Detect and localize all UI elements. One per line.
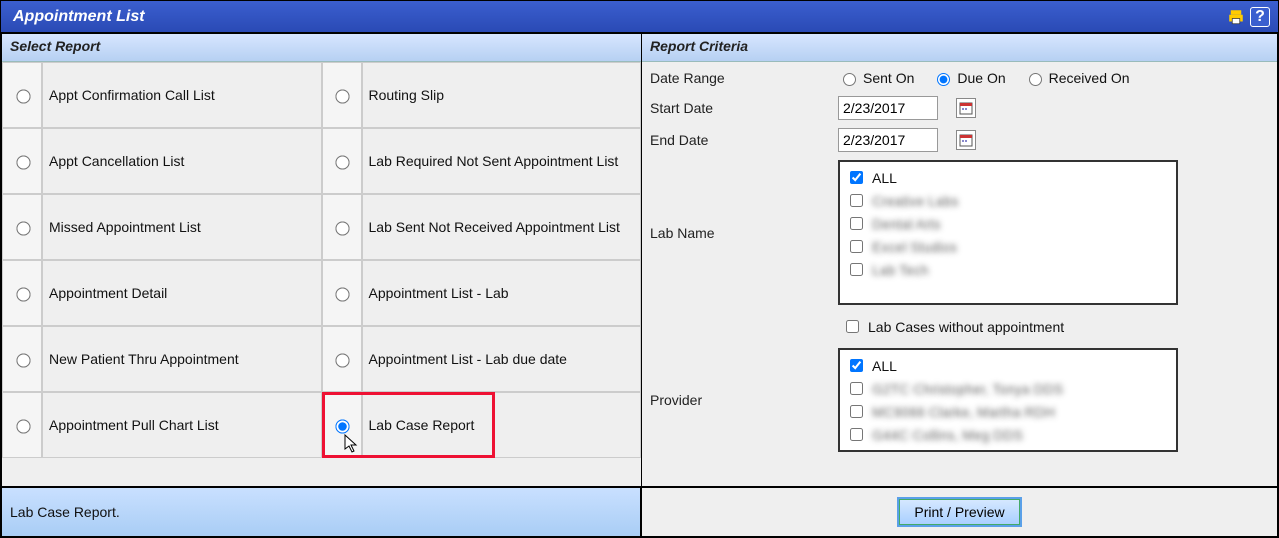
start-date-input[interactable] [838, 96, 938, 120]
date-range-received-on[interactable]: Received On [1024, 70, 1130, 86]
select-report-body: Appt Confirmation Call List Routing Slip… [2, 62, 641, 486]
printer-icon[interactable] [1226, 7, 1246, 27]
list-item: Lab Tech [846, 258, 1170, 281]
report-label[interactable]: Appointment List - Lab due date [362, 326, 642, 392]
report-label[interactable]: Missed Appointment List [42, 194, 322, 260]
report-label[interactable]: Appt Confirmation Call List [42, 62, 322, 128]
status-text: Lab Case Report. [10, 504, 120, 520]
report-grid: Appt Confirmation Call List Routing Slip… [2, 62, 641, 486]
report-radio-appt-confirmation[interactable] [2, 62, 42, 128]
status-bar: Lab Case Report. [1, 487, 641, 537]
report-radio-routing-slip[interactable] [322, 62, 362, 128]
help-icon[interactable]: ? [1250, 7, 1270, 27]
provider-listbox[interactable]: ALL G2TC Christopher, Tonya DDS MC9066 C… [838, 348, 1178, 452]
appointment-list-window: Appointment List ? Select Report Appt Co… [0, 0, 1279, 538]
report-radio-appt-list-lab-due[interactable] [322, 326, 362, 392]
list-item: G2TC Christopher, Tonya DDS [846, 377, 1170, 400]
lab-cases-without-checkbox[interactable]: Lab Cases without appointment [842, 317, 1267, 336]
list-item: Dental Arts [846, 212, 1170, 235]
date-range-label: Date Range [648, 66, 838, 90]
report-label[interactable]: Appointment Pull Chart List [42, 392, 322, 458]
report-label[interactable]: Appointment List - Lab [362, 260, 642, 326]
list-item: MC9066 Clarke, Martha RDH [846, 400, 1170, 423]
report-label-lab-case-report[interactable]: Lab Case Report [362, 392, 642, 458]
calendar-icon[interactable] [956, 130, 976, 150]
end-date-input[interactable] [838, 128, 938, 152]
report-radio-lab-sent-not-received[interactable] [322, 194, 362, 260]
report-label[interactable]: Appointment Detail [42, 260, 322, 326]
titlebar-icons: ? [1226, 7, 1270, 27]
select-report-panel: Select Report Appt Confirmation Call Lis… [1, 33, 641, 487]
lab-name-label: Lab Name [648, 158, 838, 307]
report-radio-appt-cancellation[interactable] [2, 128, 42, 194]
window-title: Appointment List [9, 8, 1226, 26]
report-criteria-header: Report Criteria [642, 34, 1277, 62]
list-item: ALL [846, 166, 1170, 189]
end-date-field [838, 126, 1271, 154]
list-item: G44C Collins, Meg DDS [846, 423, 1170, 446]
content-area: Select Report Appt Confirmation Call Lis… [1, 33, 1278, 487]
end-date-label: End Date [648, 126, 838, 154]
print-preview-button[interactable]: Print / Preview [899, 499, 1019, 525]
report-label[interactable]: Lab Required Not Sent Appointment List [362, 128, 642, 194]
report-criteria-panel: Report Criteria Date Range Sent On Due O… [641, 33, 1278, 487]
list-item: Creative Labs [846, 189, 1170, 212]
start-date-label: Start Date [648, 94, 838, 122]
report-label[interactable]: Lab Sent Not Received Appointment List [362, 194, 642, 260]
start-date-field [838, 94, 1271, 122]
lab-cases-without-row: Lab Cases without appointment [838, 311, 1271, 342]
list-item: Excel Studios [846, 235, 1170, 258]
lab-name-listbox[interactable]: ALL Creative Labs Dental Arts Excel Stud… [838, 160, 1178, 305]
report-radio-lab-required-not-sent[interactable] [322, 128, 362, 194]
list-item: ALL [846, 354, 1170, 377]
report-label[interactable]: Appt Cancellation List [42, 128, 322, 194]
titlebar: Appointment List ? [1, 1, 1278, 33]
report-radio-appointment-detail[interactable] [2, 260, 42, 326]
date-range-due-on[interactable]: Due On [932, 70, 1005, 86]
footer-actions: Print / Preview [641, 487, 1278, 537]
report-radio-missed-appt[interactable] [2, 194, 42, 260]
report-label[interactable]: New Patient Thru Appointment [42, 326, 322, 392]
report-criteria-body: Date Range Sent On Due On Received On St… [642, 62, 1277, 486]
report-radio-appt-list-lab[interactable] [322, 260, 362, 326]
report-radio-new-patient[interactable] [2, 326, 42, 392]
report-radio-appt-pull-chart[interactable] [2, 392, 42, 458]
calendar-icon[interactable] [956, 98, 976, 118]
select-report-header: Select Report [2, 34, 641, 62]
footer: Lab Case Report. Print / Preview [1, 487, 1278, 537]
provider-label: Provider [648, 346, 838, 454]
date-range-options: Sent On Due On Received On [838, 66, 1271, 90]
provider-field: ALL G2TC Christopher, Tonya DDS MC9066 C… [838, 346, 1271, 454]
report-label[interactable]: Routing Slip [362, 62, 642, 128]
report-radio-lab-case-report[interactable] [322, 392, 362, 458]
lab-name-field: ALL Creative Labs Dental Arts Excel Stud… [838, 158, 1271, 307]
date-range-sent-on[interactable]: Sent On [838, 70, 914, 86]
